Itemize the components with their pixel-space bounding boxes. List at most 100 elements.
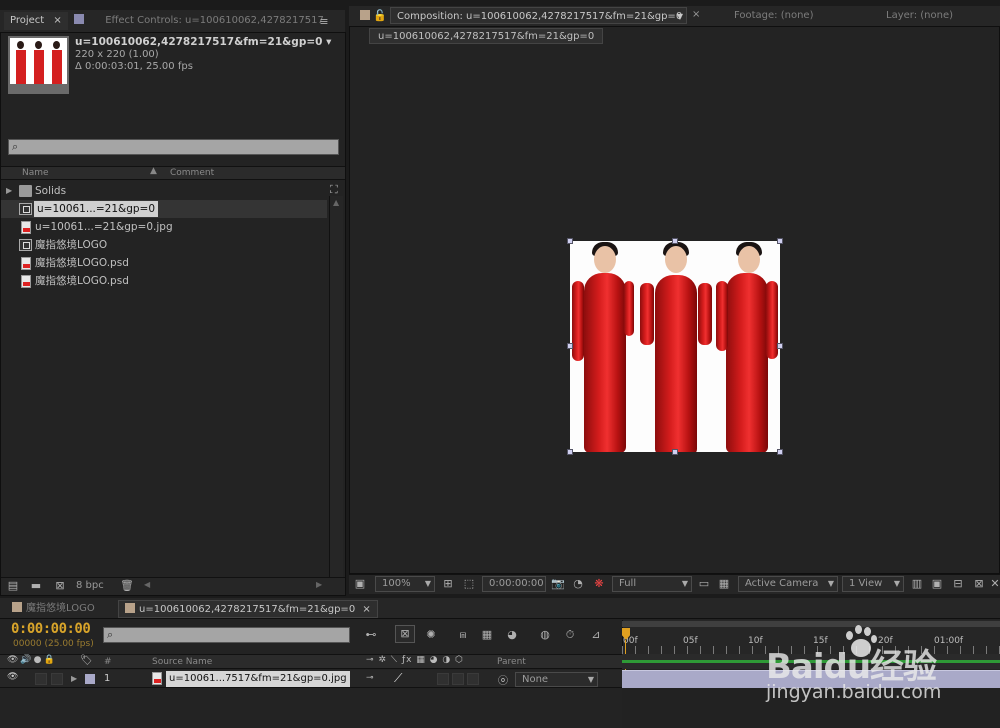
- shy-switch-icon[interactable]: ⊸: [366, 673, 374, 683]
- hide-shy-icon[interactable]: ⩎: [454, 627, 472, 643]
- live-update-icon[interactable]: ⊠: [395, 625, 415, 643]
- list-item[interactable]: 魔指悠境LOGO: [1, 236, 327, 254]
- layer-name[interactable]: u=10061...7517&fm=21&gp=0.jpg: [166, 671, 350, 687]
- fast-previews-icon[interactable]: ▭: [696, 576, 712, 592]
- render-icon[interactable]: ▣: [929, 576, 945, 592]
- brainstorm-icon[interactable]: ◍: [536, 627, 554, 643]
- hscroll-right-icon[interactable]: ▶: [316, 580, 322, 589]
- layer-label-color[interactable]: [85, 674, 95, 684]
- label-tag-icon[interactable]: 🏷: [80, 655, 93, 666]
- list-item[interactable]: 魔指悠境LOGO.psd: [1, 254, 327, 272]
- transform-handle[interactable]: [567, 449, 573, 455]
- toggle-pixel-aspect-icon[interactable]: ▥: [909, 576, 925, 592]
- layer-switch-box[interactable]: [437, 673, 449, 685]
- transform-handle[interactable]: [567, 343, 573, 349]
- new-folder-icon[interactable]: ▬: [28, 578, 44, 594]
- motion-blur-icon[interactable]: ◕: [503, 627, 521, 643]
- view-layout-dropdown[interactable]: 1 View ▼: [842, 576, 904, 592]
- graph-editor-icon[interactable]: ⊿: [586, 627, 606, 643]
- layer-switch-box[interactable]: [467, 673, 479, 685]
- item-name[interactable]: u=100610062,4278217517&fm=21&gp=0 ▾: [75, 36, 331, 48]
- transform-handle[interactable]: [672, 449, 678, 455]
- fit-icon[interactable]: ⊞: [440, 576, 456, 592]
- expand-arrow-icon[interactable]: ▶: [6, 182, 12, 200]
- list-item[interactable]: u=10061...=21&gp=0.jpg: [1, 218, 327, 236]
- camera-icon[interactable]: 📷: [550, 576, 566, 592]
- col-parent[interactable]: Parent: [497, 657, 526, 667]
- interpret-footage-icon[interactable]: ▤: [5, 578, 21, 594]
- project-thumbnail: [8, 36, 69, 94]
- timeline-search-input[interactable]: ⌕: [103, 627, 350, 643]
- comp-mini-flowchart-icon[interactable]: ⊷: [360, 627, 382, 643]
- switches-header-icons[interactable]: ⊸ ✲ ⟍ ƒx ▦ ◕ ◑ ⬡: [366, 655, 464, 665]
- tab-layer[interactable]: Layer: (none): [880, 7, 959, 25]
- composition-icon: [19, 203, 32, 215]
- expand-layer-arrow-icon[interactable]: ▶: [71, 674, 77, 683]
- layer-index: 1: [104, 673, 111, 684]
- transform-handle[interactable]: [777, 343, 783, 349]
- transform-handle[interactable]: [777, 238, 783, 244]
- region-of-interest-icon[interactable]: ⬚: [461, 576, 477, 592]
- camera-dropdown[interactable]: Active Camera ▼: [738, 576, 838, 592]
- quality-switch-icon[interactable]: ⟋: [394, 671, 402, 686]
- playhead[interactable]: [622, 628, 630, 728]
- new-composition-icon[interactable]: ⊠: [52, 578, 68, 594]
- transform-handle[interactable]: [567, 238, 573, 244]
- tab-timeline-logo[interactable]: 魔指悠境LOGO: [6, 600, 101, 618]
- list-item[interactable]: 魔指悠境LOGO.psd: [1, 272, 327, 290]
- list-item-selected[interactable]: u=10061...=21&gp=0: [1, 200, 327, 218]
- transform-handle[interactable]: [777, 449, 783, 455]
- visibility-eye-icon[interactable]: 👁: [7, 672, 18, 682]
- col-source-name[interactable]: Source Name: [152, 657, 212, 667]
- parent-dropdown[interactable]: None ▼: [515, 672, 598, 687]
- current-time[interactable]: 0:00:00:00: [11, 621, 91, 637]
- close-icon[interactable]: ×: [692, 9, 700, 20]
- exposure-icon[interactable]: ✕: [990, 576, 1000, 592]
- always-preview-icon[interactable]: ▣: [352, 576, 368, 592]
- close-icon[interactable]: ×: [53, 15, 61, 26]
- tab-effect-controls[interactable]: Effect Controls: u=100610062,4278217517: [68, 12, 330, 30]
- col-comment-header[interactable]: Comment: [170, 168, 214, 178]
- search-icon: ⌕: [12, 140, 19, 153]
- tab-project[interactable]: Project ×: [4, 12, 68, 30]
- hscroll-left-icon[interactable]: ◀: [144, 580, 150, 589]
- lock-switch[interactable]: [51, 673, 63, 685]
- frame-blending-icon[interactable]: ▦: [478, 627, 496, 643]
- project-list: ▶ Solids u=10061...=21&gp=0 u=10061...=2…: [1, 182, 327, 577]
- layer-switch-box[interactable]: [452, 673, 464, 685]
- list-item[interactable]: ▶ Solids: [1, 182, 327, 200]
- tab-timeline-comp[interactable]: u=100610062,4278217517&fm=21&gp=0 ×: [118, 600, 378, 618]
- comp-flowchart-icon[interactable]: ⊟: [950, 576, 966, 592]
- panel-menu-icon[interactable]: ≡: [316, 14, 332, 30]
- show-snapshot-icon[interactable]: ◔: [570, 576, 586, 592]
- woman-figure: [714, 241, 780, 452]
- audio-switch[interactable]: [35, 673, 47, 685]
- transform-handle[interactable]: [672, 238, 678, 244]
- zoom-dropdown[interactable]: 100% ▼: [375, 576, 435, 592]
- parent-pickwhip-icon[interactable]: ⓞ: [498, 672, 508, 687]
- flowchart-icon[interactable]: ⛶: [330, 183, 338, 197]
- col-name-header[interactable]: Name: [22, 168, 49, 178]
- comp-breadcrumb[interactable]: u=100610062,4278217517&fm=21&gp=0: [369, 28, 604, 44]
- trash-icon[interactable]: 🗑: [119, 578, 135, 594]
- scroll-up-icon[interactable]: ▲: [333, 198, 339, 207]
- av-switches-icons[interactable]: 👁🔊●🔒: [7, 655, 57, 665]
- close-icon[interactable]: ×: [362, 604, 370, 615]
- tab-footage[interactable]: Footage: (none): [728, 7, 819, 25]
- image-file-icon: [21, 221, 31, 234]
- reset-exposure-icon[interactable]: ⊠: [971, 576, 987, 592]
- bpc-label[interactable]: 8 bpc: [76, 580, 104, 591]
- project-search-input[interactable]: ⌕: [8, 139, 339, 155]
- chevron-down-icon[interactable]: ▼: [677, 8, 683, 25]
- draft-3d-icon[interactable]: ✺: [422, 627, 440, 643]
- transparency-grid-icon[interactable]: ▦: [716, 576, 732, 592]
- resolution-dropdown[interactable]: Full ▼: [612, 576, 692, 592]
- auto-keyframe-icon[interactable]: ⏱: [561, 627, 579, 643]
- tab-composition[interactable]: Composition: u=100610062,4278217517&fm=2…: [390, 7, 687, 24]
- ruler-tick-label: 05f: [683, 636, 698, 646]
- composition-image[interactable]: [570, 241, 780, 452]
- timecode-field[interactable]: 0:00:00:00: [482, 576, 546, 592]
- color-channels-icon[interactable]: ❋: [591, 576, 607, 592]
- lock-icon[interactable]: 🔓: [373, 8, 387, 24]
- project-scrollbar[interactable]: ▲: [329, 196, 343, 577]
